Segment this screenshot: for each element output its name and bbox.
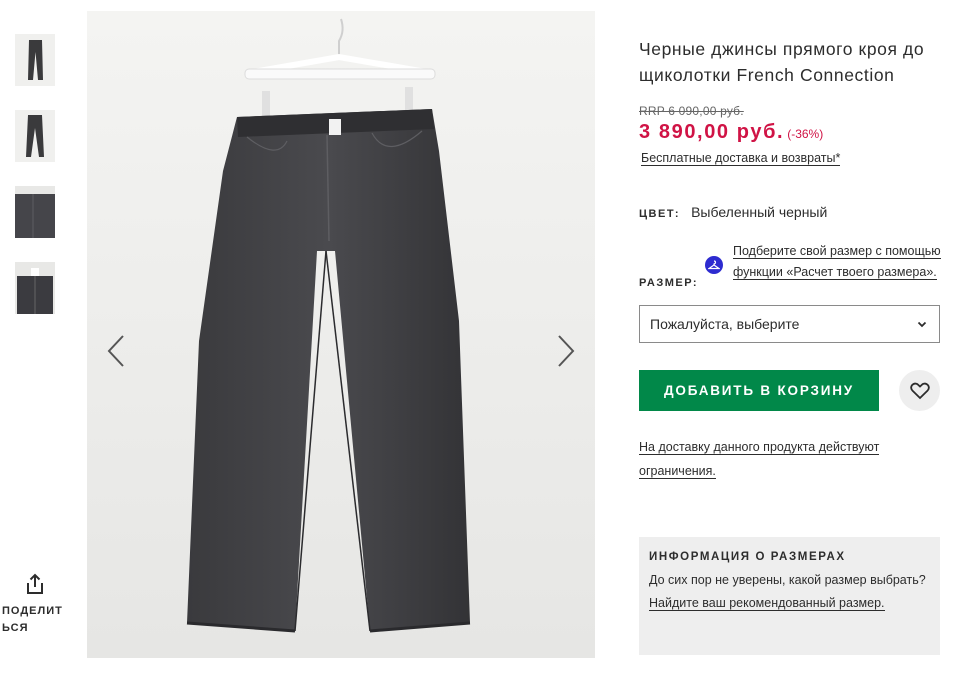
recommended-size-link[interactable]: Найдите ваш рекомендованный размер.	[649, 596, 885, 611]
size-info-title: ИНФОРМАЦИЯ О РАЗМЕРАХ	[649, 551, 846, 563]
delivery-restriction-link[interactable]: На доставку данного продукта действуют о…	[639, 435, 929, 483]
current-price: 3 890,00 руб.	[639, 121, 785, 143]
fit-assistant-link[interactable]: Подберите свой размер с помощью функции …	[733, 241, 943, 283]
delivery-restriction-text: На доставку данного продукта действуют о…	[639, 440, 880, 479]
rrp-price: RRP 6 090,00 руб.	[639, 104, 744, 118]
thumbnail-3[interactable]	[15, 186, 55, 238]
share-button[interactable]: ПОДЕЛИТ ЬСЯ	[0, 573, 70, 637]
size-info-box: ИНФОРМАЦИЯ О РАЗМЕРАХ До сих пор не увер…	[639, 537, 940, 655]
next-image-button[interactable]	[551, 329, 581, 373]
share-icon	[27, 573, 43, 594]
thumbnail-4[interactable]	[15, 262, 55, 314]
size-info-text: До сих пор не уверены, какой размер выбр…	[649, 569, 930, 615]
share-label: ПОДЕЛИТ ЬСЯ	[2, 605, 63, 634]
chevron-right-icon	[558, 335, 575, 367]
chevron-down-icon	[917, 321, 927, 327]
product-title: Черные джинсы прямого кроя до щиколотки …	[639, 39, 925, 85]
add-to-cart-row: ДОБАВИТЬ В КОРЗИНУ	[639, 370, 940, 411]
hanger-icon	[705, 256, 723, 274]
save-for-later-button[interactable]	[899, 370, 940, 411]
product-image	[87, 11, 595, 658]
size-info-question: До сих пор не уверены, какой размер выбр…	[649, 573, 926, 587]
size-label: РАЗМЕР:	[639, 277, 699, 289]
heart-icon	[909, 382, 930, 399]
thumbnail-list	[15, 34, 55, 338]
color-row: ЦВЕТ: Выбеленный черный	[639, 204, 941, 220]
size-select-value: Пожалуйста, выберите	[650, 316, 800, 332]
thumbnail-1[interactable]	[15, 34, 55, 86]
color-label: ЦВЕТ:	[639, 208, 681, 220]
free-delivery-link[interactable]: Бесплатные доставка и возвраты*	[641, 151, 841, 166]
product-info: Черные джинсы прямого кроя до щиколотки …	[639, 36, 941, 483]
discount-badge: (-36%)	[787, 127, 824, 141]
chevron-left-icon	[107, 335, 124, 367]
thumbnail-2[interactable]	[15, 110, 55, 162]
fit-assistant-text: Подберите свой размер с помощью функции …	[733, 244, 941, 280]
add-to-cart-button[interactable]: ДОБАВИТЬ В КОРЗИНУ	[639, 370, 879, 411]
size-select[interactable]: Пожалуйста, выберите	[639, 305, 940, 343]
jeans-photo	[87, 11, 595, 658]
size-row: РАЗМЕР: Подберите свой размер с помощью …	[639, 241, 941, 299]
price-row: 3 890,00 руб. (-36%)	[639, 121, 941, 144]
color-value: Выбеленный черный	[691, 204, 828, 220]
previous-image-button[interactable]	[101, 329, 131, 373]
